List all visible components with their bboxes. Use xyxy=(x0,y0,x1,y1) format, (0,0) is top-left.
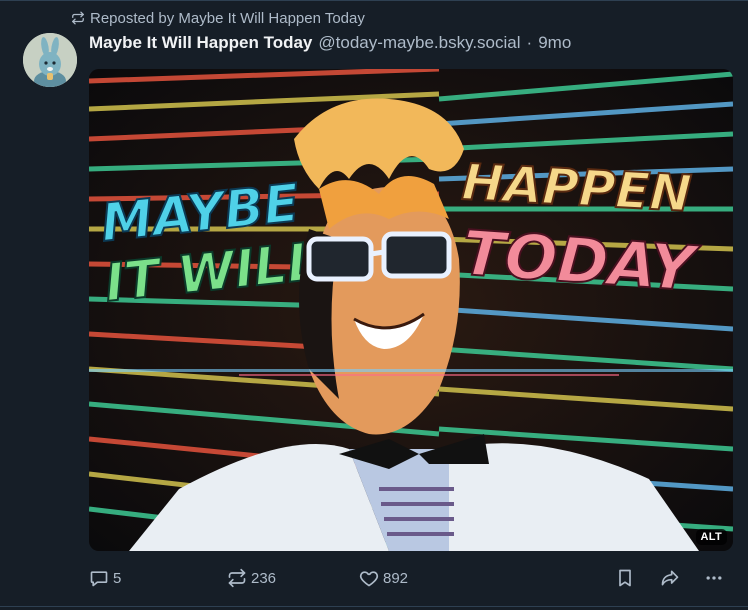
art-text-right-1: HAPPEN xyxy=(460,153,693,223)
reply-count: 5 xyxy=(113,569,122,587)
share-icon xyxy=(661,570,679,586)
bookmark-button[interactable] xyxy=(615,564,635,592)
more-button[interactable] xyxy=(703,564,725,592)
bookmark-icon xyxy=(619,569,631,587)
reply-button[interactable]: 5 xyxy=(89,564,121,592)
avatar[interactable] xyxy=(23,33,77,87)
repost-label: Reposted by Maybe It Will Happen Today xyxy=(90,9,365,27)
repost-button[interactable]: 236 xyxy=(227,564,276,592)
reply-icon xyxy=(90,571,108,587)
separator: · xyxy=(526,33,533,52)
author-name[interactable]: Maybe It Will Happen Today xyxy=(89,33,312,53)
post-header: Maybe It Will Happen Today @today-maybe.… xyxy=(89,33,571,55)
repost-count: 236 xyxy=(251,569,277,587)
post-age[interactable]: 9mo xyxy=(538,33,571,53)
bottom-divider xyxy=(0,606,748,607)
share-button[interactable] xyxy=(659,564,681,592)
post-image[interactable]: MAYBE IT WILL HAPPEN TODAY ALT xyxy=(89,69,733,551)
repost-icon xyxy=(228,568,246,588)
repost-context[interactable]: Reposted by Maybe It Will Happen Today xyxy=(71,8,365,28)
like-button[interactable]: 892 xyxy=(359,564,408,592)
heart-icon xyxy=(359,571,379,587)
top-divider xyxy=(0,0,748,1)
action-bar: 5 236 892 xyxy=(89,564,733,592)
author-handle[interactable]: @today-maybe.bsky.social xyxy=(318,33,520,53)
like-count: 892 xyxy=(383,569,409,587)
alt-badge[interactable]: ALT xyxy=(695,529,727,545)
more-icon xyxy=(706,576,722,580)
repost-icon xyxy=(72,11,84,25)
